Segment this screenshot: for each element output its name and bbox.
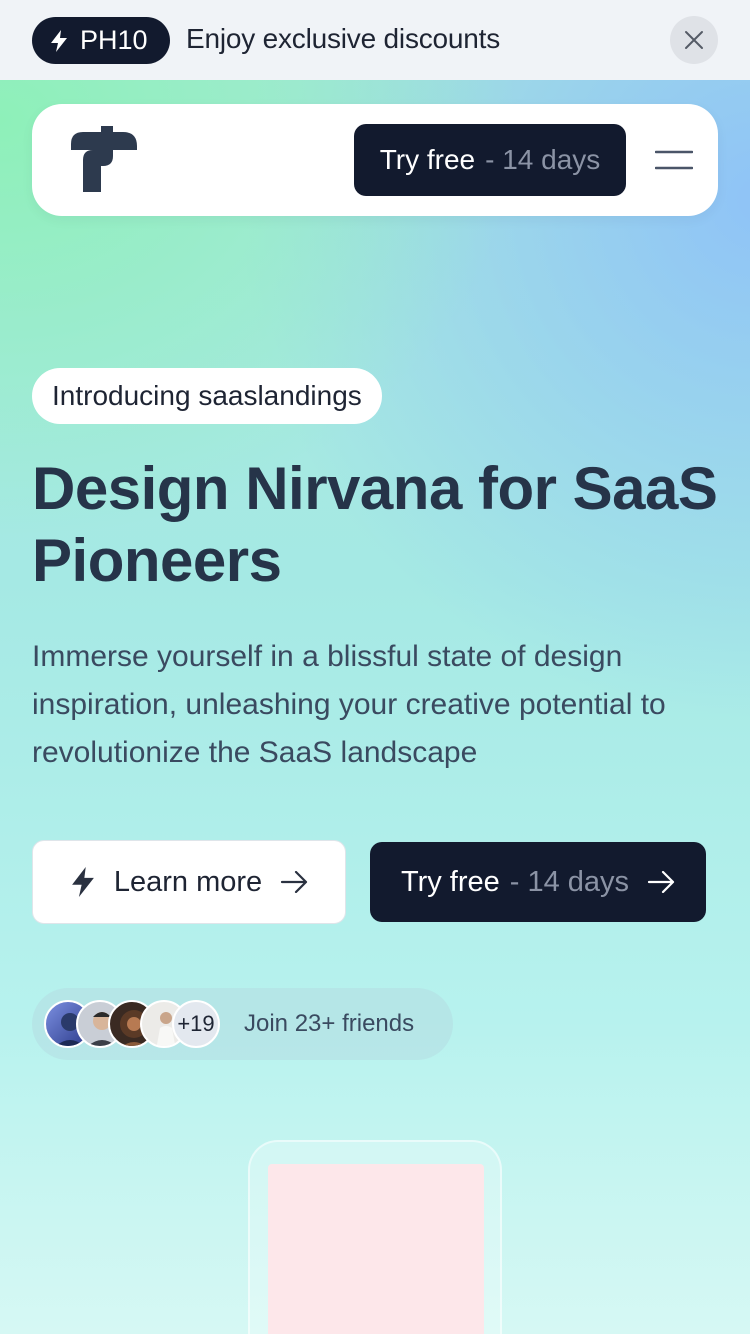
learn-more-label: Learn more <box>113 865 263 898</box>
nav-bar: Try free - 14 days <box>32 104 718 216</box>
social-proof: +19 Join 23+ friends <box>32 988 453 1060</box>
arrow-right-icon <box>647 871 675 893</box>
close-icon <box>685 31 703 49</box>
nav-cta-suffix: - 14 days <box>485 144 601 175</box>
promo-message: Enjoy exclusive discounts <box>186 23 501 54</box>
try-free-label: Try free <box>400 865 500 898</box>
menu-button[interactable] <box>654 150 694 175</box>
try-free-button[interactable]: Try free - 14 days <box>370 842 706 922</box>
nav-cta-label: Try free <box>379 144 476 175</box>
nav-try-free-button[interactable]: Try free - 14 days <box>354 124 626 196</box>
brand-logo-icon <box>71 126 137 192</box>
learn-more-button[interactable]: Learn more <box>32 840 346 924</box>
logo[interactable] <box>71 126 137 197</box>
arrow-right-icon <box>281 871 308 893</box>
promo-code-badge[interactable]: PH10 <box>32 17 170 64</box>
intro-badge: Introducing saaslandings <box>32 368 382 424</box>
page-title: Design Nirvana for SaaS Pioneers <box>32 455 718 594</box>
promo-bar: PH10 Enjoy exclusive discounts <box>0 0 750 80</box>
hero-subtitle: Immerse yourself in a blissful state of … <box>32 640 666 769</box>
social-proof-text: Join 23+ friends <box>244 1010 415 1037</box>
phone-mockup <box>248 1140 502 1334</box>
avatar-count: +19 <box>172 1000 220 1048</box>
phone-screen <box>268 1164 484 1334</box>
hamburger-icon <box>654 150 694 170</box>
lightning-icon <box>71 867 94 897</box>
hero-section: Try free - 14 days Introducing saaslandi… <box>0 80 750 1334</box>
close-button[interactable] <box>670 16 718 64</box>
promo-code: PH10 <box>80 25 148 55</box>
lightning-icon <box>51 29 67 52</box>
try-free-suffix: - 14 days <box>509 865 630 898</box>
